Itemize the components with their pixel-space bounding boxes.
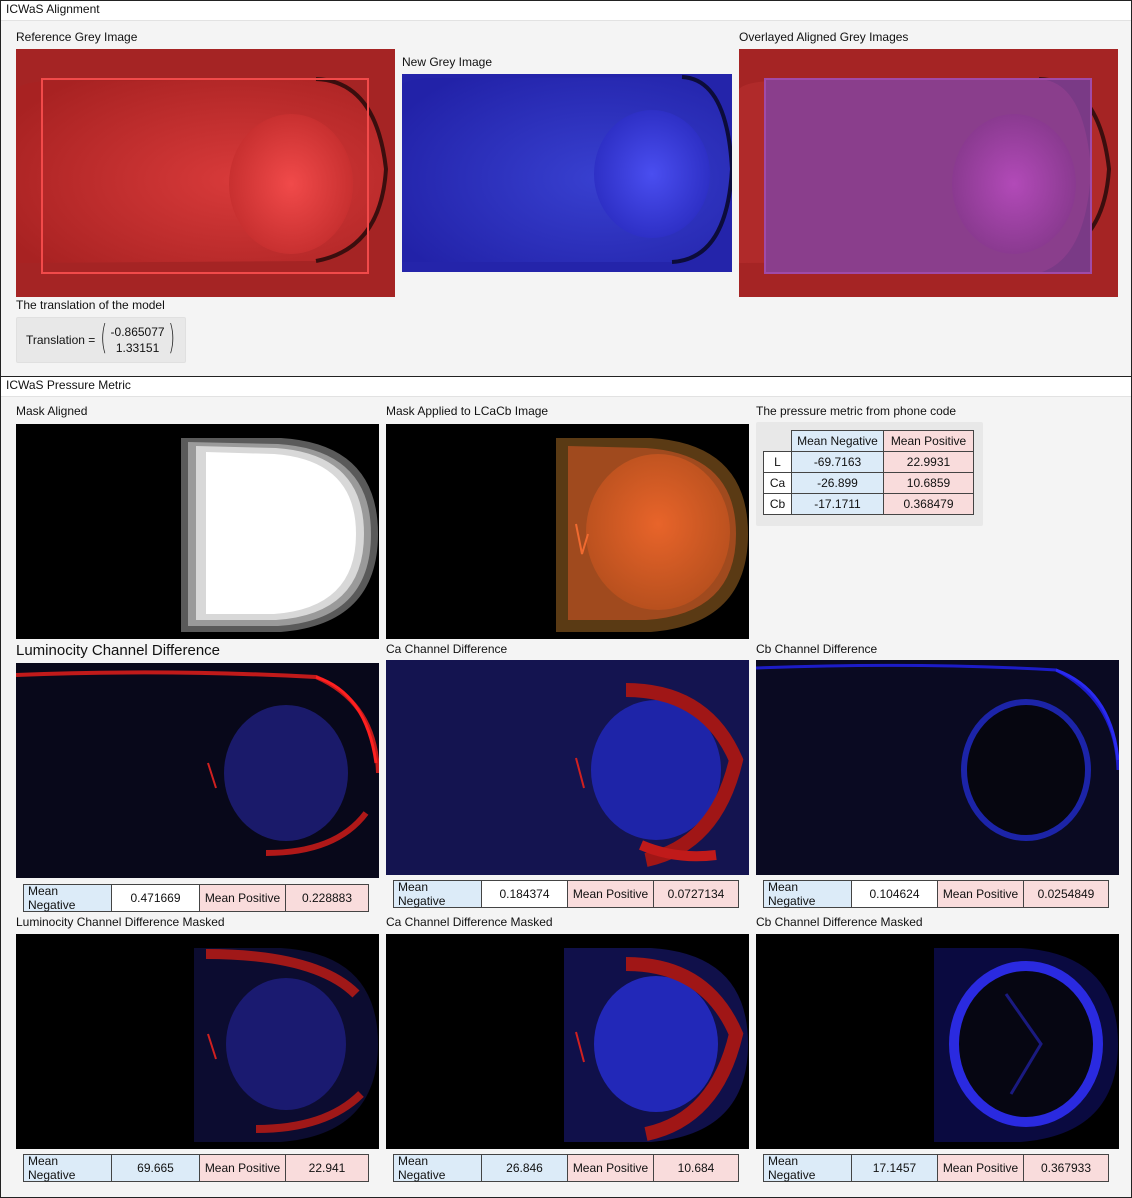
reference-image-label: Reference Grey Image (16, 30, 138, 44)
stat-pos-label: Mean Positive (568, 1155, 654, 1181)
stat-pos-value: 0.367933 (1024, 1155, 1108, 1181)
translation-caption: The translation of the model (16, 298, 165, 312)
mask-aligned-label: Mask Aligned (16, 404, 88, 418)
cb-diff-image (756, 660, 1119, 875)
stat-pos-label: Mean Positive (200, 1155, 286, 1181)
stat-neg-value: 26.846 (482, 1155, 568, 1181)
translation-y: 1.33151 (115, 341, 160, 355)
alignment-panel-title: ICWaS Alignment (6, 2, 100, 16)
mask-applied-image (386, 424, 749, 639)
new-image-label: New Grey Image (402, 55, 493, 69)
stat-neg-label: Mean Negative (764, 1154, 852, 1182)
metric-pos-value: 10.6859 (883, 472, 974, 494)
stat-pos-value: 0.228883 (286, 885, 368, 911)
stat-neg-label: Mean Negative (394, 1154, 482, 1182)
ca-diff-label: Ca Channel Difference (386, 642, 508, 656)
stat-neg-label: Mean Negative (394, 880, 482, 908)
overlay-image-label: Overlayed Aligned Grey Images (739, 30, 909, 44)
reference-grey-image (16, 49, 395, 297)
metric-neg-value: -69.7163 (791, 451, 884, 473)
stat-neg-value: 69.665 (112, 1155, 200, 1181)
metric-neg-value: -17.1711 (791, 493, 884, 515)
mask-applied-label: Mask Applied to LCaCb Image (386, 404, 549, 418)
overlay-aligned-image (739, 49, 1118, 297)
translation-vector: -0.865077 1.33151 (111, 324, 165, 356)
pressure-panel-title: ICWaS Pressure Metric (6, 378, 131, 392)
metric-header-positive: Mean Positive (883, 430, 974, 452)
cb-masked-stats: Mean Negative 17.1457 Mean Positive 0.36… (763, 1154, 1109, 1182)
pressure-panel: ICWaS Pressure Metric Mask Aligned Mask … (0, 376, 1132, 1198)
metric-neg-value: -26.899 (791, 472, 884, 494)
translation-readout: Translation = ( -0.865077 1.33151 ) (16, 317, 186, 363)
luminocity-diff-image (16, 663, 379, 878)
metric-label: The pressure metric from phone code (756, 404, 957, 418)
metric-pos-value: 22.9931 (883, 451, 974, 473)
stat-neg-value: 0.104624 (852, 881, 938, 907)
translation-prefix: Translation = (26, 333, 96, 347)
cb-diff-stats: Mean Negative 0.104624 Mean Positive 0.0… (763, 880, 1109, 908)
stat-neg-label: Mean Negative (24, 1154, 112, 1182)
metric-pos-value: 0.368479 (883, 493, 974, 515)
pressure-metric-table: Mean Negative Mean Positive L -69.7163 2… (756, 422, 983, 526)
stat-neg-value: 0.184374 (482, 881, 568, 907)
metric-row-cb: Cb -17.1711 0.368479 (763, 493, 974, 515)
ca-diff-stats: Mean Negative 0.184374 Mean Positive 0.0… (393, 880, 739, 908)
new-grey-image (402, 74, 732, 272)
alignment-panel: ICWaS Alignment Reference Grey Image New… (0, 0, 1132, 377)
translation-x: -0.865077 (110, 325, 165, 339)
stat-pos-value: 0.0254849 (1024, 881, 1108, 907)
stat-pos-label: Mean Positive (938, 1155, 1024, 1181)
cb-masked-image (756, 934, 1119, 1149)
metric-header-negative: Mean Negative (791, 430, 884, 452)
stat-pos-label: Mean Positive (938, 881, 1024, 907)
stat-pos-value: 22.941 (286, 1155, 368, 1181)
luminocity-masked-label: Luminocity Channel Difference Masked (16, 915, 225, 929)
stat-neg-label: Mean Negative (764, 880, 852, 908)
stat-pos-label: Mean Positive (200, 885, 286, 911)
ca-masked-label: Ca Channel Difference Masked (386, 915, 553, 929)
metric-row-ca: Ca -26.899 10.6859 (763, 472, 974, 494)
cb-diff-label: Cb Channel Difference (756, 642, 878, 656)
luminocity-masked-image (16, 934, 379, 1149)
stat-pos-value: 0.0727134 (654, 881, 738, 907)
luminocity-masked-stats: Mean Negative 69.665 Mean Positive 22.94… (23, 1154, 369, 1182)
stat-pos-value: 10.684 (654, 1155, 738, 1181)
metric-channel: Cb (763, 493, 792, 515)
cb-masked-label: Cb Channel Difference Masked (756, 915, 923, 929)
metric-channel: L (763, 451, 792, 473)
ca-diff-image (386, 660, 749, 875)
stat-neg-label: Mean Negative (24, 884, 112, 912)
metric-channel: Ca (763, 472, 792, 494)
ca-masked-stats: Mean Negative 26.846 Mean Positive 10.68… (393, 1154, 739, 1182)
metric-row-l: L -69.7163 22.9931 (763, 451, 974, 473)
mask-aligned-image (16, 424, 379, 639)
ca-masked-image (386, 934, 749, 1149)
stat-neg-value: 0.471669 (112, 885, 200, 911)
luminocity-diff-label: Luminocity Channel Difference (16, 642, 221, 659)
luminocity-diff-stats: Mean Negative 0.471669 Mean Positive 0.2… (23, 884, 369, 912)
stat-pos-label: Mean Positive (568, 881, 654, 907)
stat-neg-value: 17.1457 (852, 1155, 938, 1181)
